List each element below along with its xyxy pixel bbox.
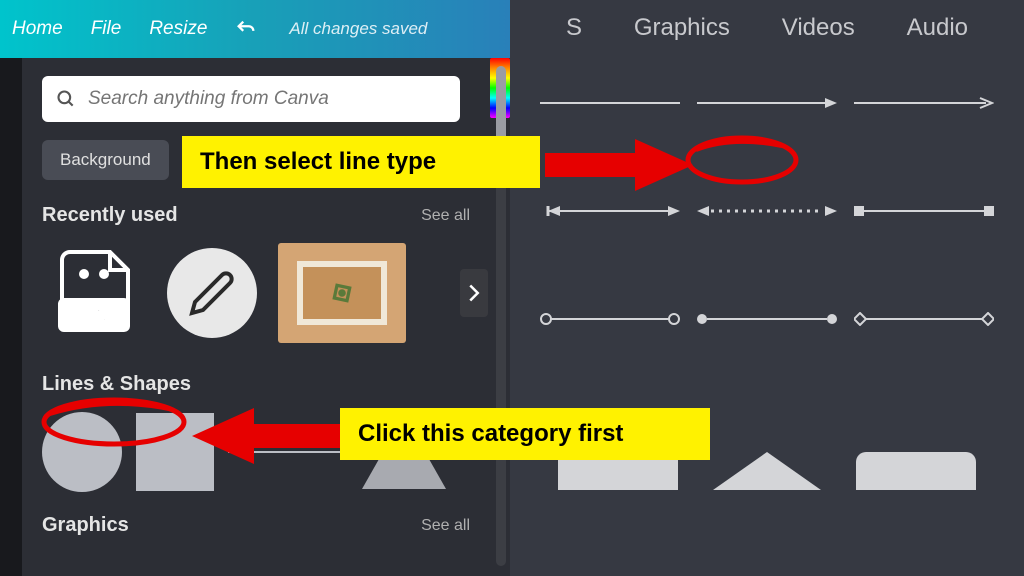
big-rounded[interactable]	[856, 452, 976, 490]
chevron-right-icon	[467, 283, 481, 303]
sidebar-strip	[0, 58, 22, 576]
elements-content: Background Recently used See all AN	[22, 58, 490, 555]
tab-audio[interactable]: Audio	[907, 14, 968, 42]
an-file-icon: AN	[52, 248, 136, 338]
pencil-circle-icon	[167, 248, 257, 338]
undo-icon[interactable]	[235, 18, 257, 40]
recent-item-photo[interactable]	[278, 241, 406, 345]
line-plain[interactable]	[540, 88, 680, 118]
photo-thumb	[278, 243, 406, 343]
big-triangle[interactable]	[713, 452, 821, 490]
top-bar: Home File Resize All changes saved	[0, 0, 510, 58]
right-tabs: S Graphics Videos Audio	[510, 0, 1024, 48]
lines-row-1	[540, 88, 994, 118]
lines-row-3	[540, 304, 994, 334]
line-diamond-ends[interactable]	[854, 304, 994, 334]
line-double-arrow[interactable]	[540, 196, 680, 226]
red-arrow-right-icon	[545, 135, 695, 195]
right-panel: S Graphics Videos Audio	[510, 0, 1024, 576]
recent-item-pencil[interactable]	[160, 241, 264, 345]
recent-item-an[interactable]: AN	[42, 241, 146, 345]
chevron-right-button[interactable]	[460, 269, 488, 317]
line-arrow-thin[interactable]	[854, 88, 994, 118]
see-all-recent[interactable]: See all	[421, 207, 470, 225]
recently-used-title: Recently used	[42, 204, 178, 227]
save-status: All changes saved	[289, 19, 427, 39]
red-circle-annotation-1	[682, 132, 802, 188]
line-arrow-right[interactable]	[697, 88, 837, 118]
lines-shapes-header: Lines & Shapes	[42, 373, 470, 396]
annotation-click-category: Click this category first	[340, 408, 710, 460]
red-circle-annotation-2	[38, 394, 190, 450]
graphics-title: Graphics	[42, 514, 129, 537]
search-box[interactable]	[42, 76, 460, 122]
left-panel: Home File Resize All changes saved Backg…	[0, 0, 510, 576]
line-dot-ends[interactable]	[697, 304, 837, 334]
file-menu[interactable]: File	[91, 18, 122, 40]
recent-items: AN	[42, 241, 470, 345]
search-icon	[56, 89, 76, 109]
line-square-ends[interactable]	[854, 196, 994, 226]
recently-used-header: Recently used See all	[42, 204, 470, 227]
tab-background[interactable]: Background	[42, 140, 169, 180]
see-all-graphics[interactable]: See all	[421, 517, 470, 535]
tab-videos[interactable]: Videos	[782, 14, 855, 42]
search-input[interactable]	[88, 88, 446, 110]
home-menu[interactable]: Home	[12, 18, 63, 40]
line-dotted-arrows[interactable]	[697, 196, 837, 226]
annotation-select-line: Then select line type	[182, 136, 540, 188]
tab-s-partial[interactable]: S	[566, 14, 582, 42]
resize-menu[interactable]: Resize	[149, 18, 207, 40]
lines-row-2	[540, 196, 994, 226]
lines-grid	[510, 48, 1024, 452]
tab-graphics[interactable]: Graphics	[634, 14, 730, 42]
svg-text:AN: AN	[79, 305, 109, 327]
red-arrow-left-icon	[190, 404, 350, 468]
lines-shapes-title: Lines & Shapes	[42, 373, 191, 396]
line-circle-ends[interactable]	[540, 304, 680, 334]
graphics-header: Graphics See all	[42, 514, 470, 537]
